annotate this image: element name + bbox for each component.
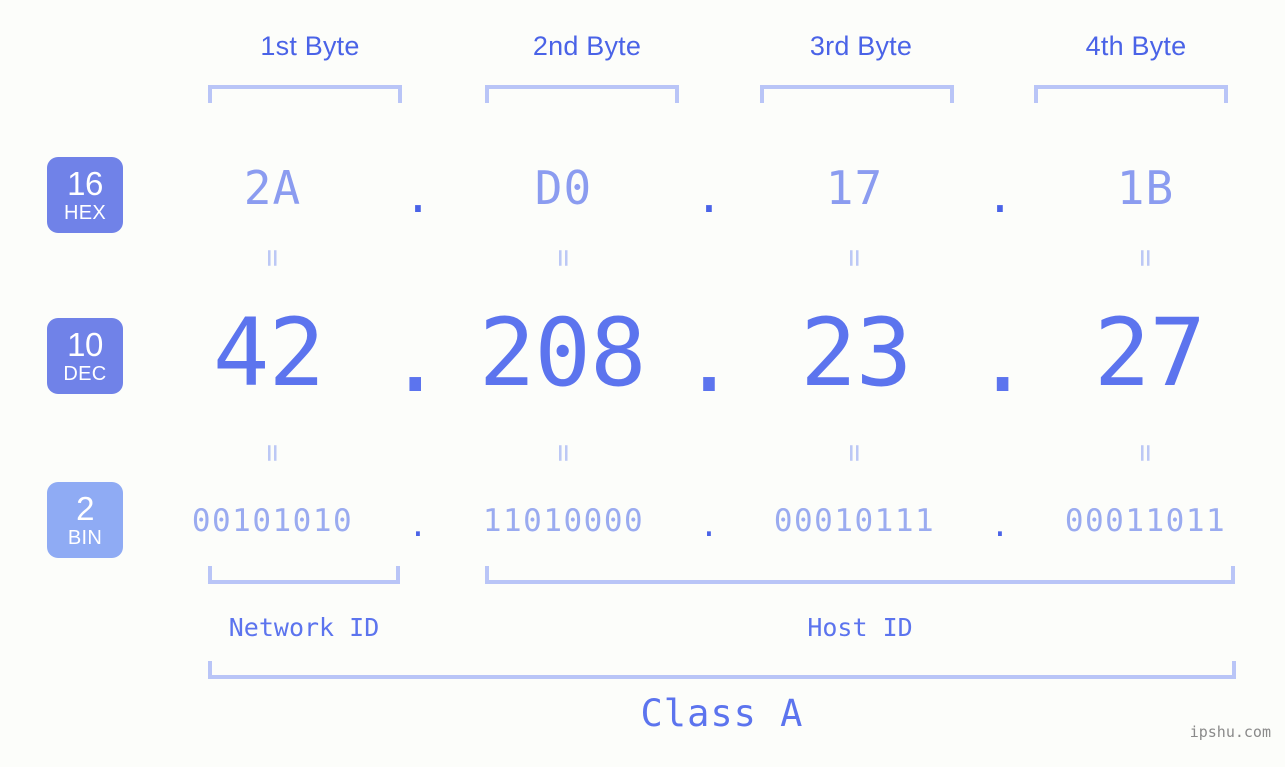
ip-address-breakdown-diagram: 1st Byte 2nd Byte 3rd Byte 4th Byte 16 H… [0, 0, 1285, 767]
hex-byte-2: D0 [534, 161, 593, 215]
base-badge-bin-number: 2 [76, 490, 94, 527]
bin-separator-3: . [990, 508, 1010, 544]
base-badge-bin-system: BIN [67, 527, 103, 549]
dec-separator-1: . [387, 304, 444, 414]
equals-icon: = [1128, 443, 1164, 463]
dec-separator-3: . [974, 304, 1031, 414]
bin-byte-4: 00011011 [1064, 503, 1227, 539]
equals-icon: = [1128, 248, 1164, 268]
equality-marks-dec-bin: = = = = [150, 438, 1268, 468]
hex-byte-1: 2A [243, 161, 302, 215]
bin-separator-1: . [408, 508, 428, 544]
equals-icon: = [255, 443, 291, 463]
dec-value-row: 42 . 208 . 23 . 27 [150, 298, 1268, 414]
byte-header-3: 3rd Byte [809, 31, 913, 61]
hex-byte-4: 1B [1116, 161, 1175, 215]
base-badge-dec-number: 10 [67, 326, 103, 363]
dec-byte-1: 42 [212, 298, 325, 408]
hex-value-row: 2A . D0 . 17 . 1B [150, 152, 1268, 224]
bin-value-row: 00101010 . 11010000 . 00010111 . 0001101… [150, 493, 1268, 549]
hex-separator-3: . [986, 169, 1014, 223]
byte-bracket-1 [208, 85, 402, 103]
dec-byte-2: 208 [478, 298, 647, 408]
site-watermark: ipshu.com [1189, 723, 1271, 741]
dec-byte-3: 23 [800, 298, 912, 408]
host-id-bracket [485, 566, 1235, 584]
hex-separator-1: . [404, 169, 432, 223]
equals-icon: = [837, 443, 873, 463]
base-badge-dec: 10 DEC [47, 318, 123, 394]
bin-byte-2: 11010000 [482, 503, 645, 539]
dec-byte-4: 27 [1093, 298, 1206, 408]
bin-byte-3: 00010111 [773, 503, 936, 539]
byte-bracket-2 [485, 85, 679, 103]
byte-header-1: 1st Byte [260, 31, 360, 61]
network-id-label: Network ID [228, 613, 380, 642]
hex-byte-3: 17 [825, 161, 884, 215]
equals-icon: = [546, 248, 582, 268]
byte-bracket-3 [760, 85, 954, 103]
network-id-bracket [208, 566, 400, 584]
bin-byte-1: 00101010 [191, 503, 354, 539]
base-badge-bin: 2 BIN [47, 482, 123, 558]
equality-marks-hex-dec: = = = = [150, 243, 1268, 273]
byte-bracket-4 [1034, 85, 1228, 103]
host-id-label: Host ID [807, 613, 913, 642]
equals-icon: = [837, 248, 873, 268]
hex-separator-2: . [695, 169, 723, 223]
class-label: Class A [640, 692, 804, 735]
base-badge-dec-system: DEC [63, 363, 107, 385]
equals-icon: = [255, 248, 291, 268]
base-badge-hex-system: HEX [63, 202, 107, 224]
equals-icon: = [546, 443, 582, 463]
dec-separator-2: . [680, 304, 738, 414]
class-bracket [208, 661, 1236, 679]
base-badge-hex: 16 HEX [47, 157, 123, 233]
bin-separator-2: . [699, 508, 719, 544]
base-badge-hex-number: 16 [67, 165, 103, 202]
byte-header-4: 4th Byte [1085, 31, 1187, 61]
byte-header-2: 2nd Byte [532, 31, 642, 61]
